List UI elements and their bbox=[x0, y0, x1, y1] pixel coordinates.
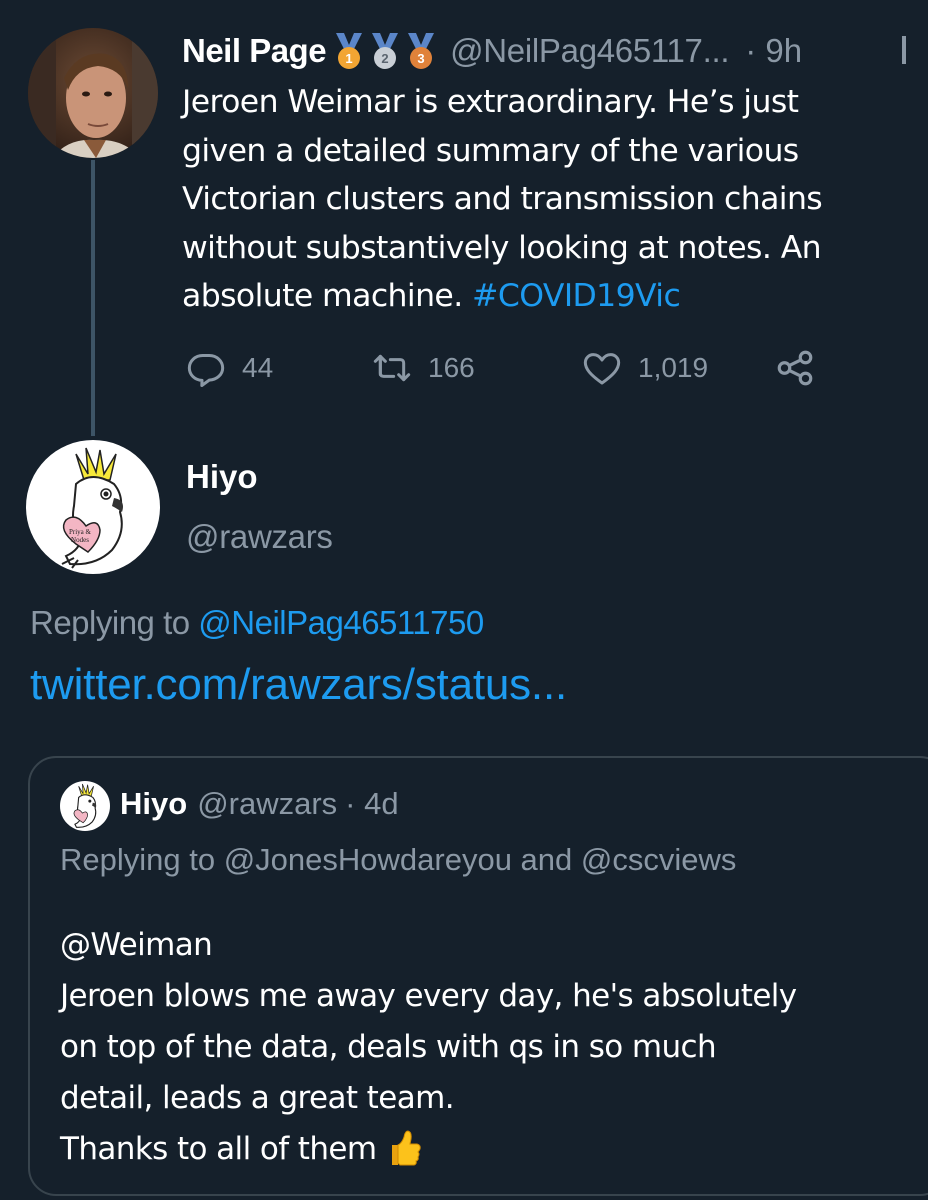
quoted-text-fragment: Thanks to all of them bbox=[60, 1131, 377, 1167]
retweet-icon bbox=[373, 354, 411, 382]
tweet-text-line: Jeroen Weimar is extraordinary. He’s jus… bbox=[182, 84, 799, 120]
reply-author-name[interactable]: Hiyo bbox=[186, 458, 258, 496]
cockatoo-avatar-small bbox=[60, 781, 110, 831]
quoted-author-name: Hiyo bbox=[120, 786, 188, 821]
svg-text:3: 3 bbox=[417, 51, 424, 66]
silver-medal-icon: 2 bbox=[372, 33, 399, 69]
cockatoo-avatar-image: Priya & Nodes bbox=[26, 440, 160, 574]
avatar-photo bbox=[28, 28, 158, 158]
author-name[interactable]: Neil Page bbox=[182, 32, 327, 70]
quoted-text-line: on top of the data, deals with qs in so … bbox=[60, 1029, 717, 1065]
retweet-count: 166 bbox=[428, 352, 475, 383]
quoted-author-handle: @rawzars bbox=[197, 786, 338, 821]
tweet-text-line: without substantively looking at notes. … bbox=[182, 229, 822, 266]
tweet-text-line: given a detailed summary of the various bbox=[182, 132, 799, 169]
quoted-text-line: @Weiman bbox=[60, 927, 213, 963]
tweet-timestamp[interactable]: · 9h bbox=[745, 32, 802, 70]
like-button[interactable]: 1,019 bbox=[582, 340, 708, 396]
tweet-text-line: Victorian clusters and transmission chai… bbox=[182, 181, 823, 217]
tweet-text-line-last: absolute machine. #COVID19Vic bbox=[182, 272, 922, 321]
thread-connector-line bbox=[91, 160, 95, 436]
more-icon bbox=[902, 36, 906, 64]
tweet-actions: 44 166 1,019 bbox=[182, 340, 862, 396]
hashtag-link[interactable]: #COVID19Vic bbox=[472, 278, 681, 314]
tweet-header: Neil Page 1 2 3 @NeilPag465117... · 9h bbox=[182, 26, 802, 76]
share-icon bbox=[777, 350, 813, 386]
avatar-caption: Priya & bbox=[69, 528, 92, 536]
quoted-text-line: Jeroen blows me away every day, he's abs… bbox=[60, 978, 797, 1014]
reply-count: 44 bbox=[242, 352, 274, 383]
thumbs-up-icon bbox=[391, 1130, 421, 1166]
author-handle[interactable]: @NeilPag465117... bbox=[450, 32, 729, 70]
avatar-neil-page[interactable] bbox=[28, 28, 158, 158]
gold-medal-icon: 1 bbox=[336, 33, 363, 69]
tweet-text: Jeroen Weimar is extraordinary. He’s jus… bbox=[182, 78, 922, 321]
like-count: 1,019 bbox=[638, 352, 709, 383]
quoted-tweet-text: @Weiman Jeroen blows me away every day, … bbox=[60, 920, 910, 1175]
heart-icon bbox=[583, 353, 621, 385]
quoted-avatar-hiyo bbox=[60, 781, 110, 831]
medal-badges: 1 2 3 bbox=[332, 31, 438, 71]
status-link[interactable]: twitter.com/rawzars/status... bbox=[30, 660, 567, 710]
replying-to-line: Replying to @NeilPag46511750 bbox=[30, 604, 484, 642]
reply-button[interactable]: 44 bbox=[186, 340, 273, 396]
quoted-timestamp: · 4d bbox=[345, 786, 399, 821]
avatar-hiyo[interactable]: Priya & Nodes bbox=[26, 440, 160, 574]
quoted-tweet-header: Hiyo @rawzars · 4d bbox=[120, 786, 399, 822]
bronze-medal-icon: 3 bbox=[408, 33, 435, 69]
reply-icon bbox=[187, 354, 225, 387]
quoted-replying-to: Replying to @JonesHowdareyou and @cscvie… bbox=[60, 842, 737, 877]
replying-to-mention[interactable]: @NeilPag46511750 bbox=[198, 604, 484, 641]
quoted-text-line: detail, leads a great team. bbox=[60, 1080, 455, 1116]
svg-text:1: 1 bbox=[345, 51, 352, 66]
more-options-button[interactable] bbox=[902, 30, 928, 70]
tweet-text-fragment: absolute machine. bbox=[182, 278, 463, 314]
share-button[interactable] bbox=[774, 340, 816, 396]
svg-text:Nodes: Nodes bbox=[71, 536, 89, 544]
quoted-text-line-last: Thanks to all of them bbox=[60, 1124, 910, 1175]
svg-text:2: 2 bbox=[381, 51, 388, 66]
retweet-button[interactable]: 166 bbox=[372, 340, 475, 396]
reply-author-handle[interactable]: @rawzars bbox=[186, 518, 333, 556]
replying-to-label: Replying to bbox=[30, 604, 190, 641]
